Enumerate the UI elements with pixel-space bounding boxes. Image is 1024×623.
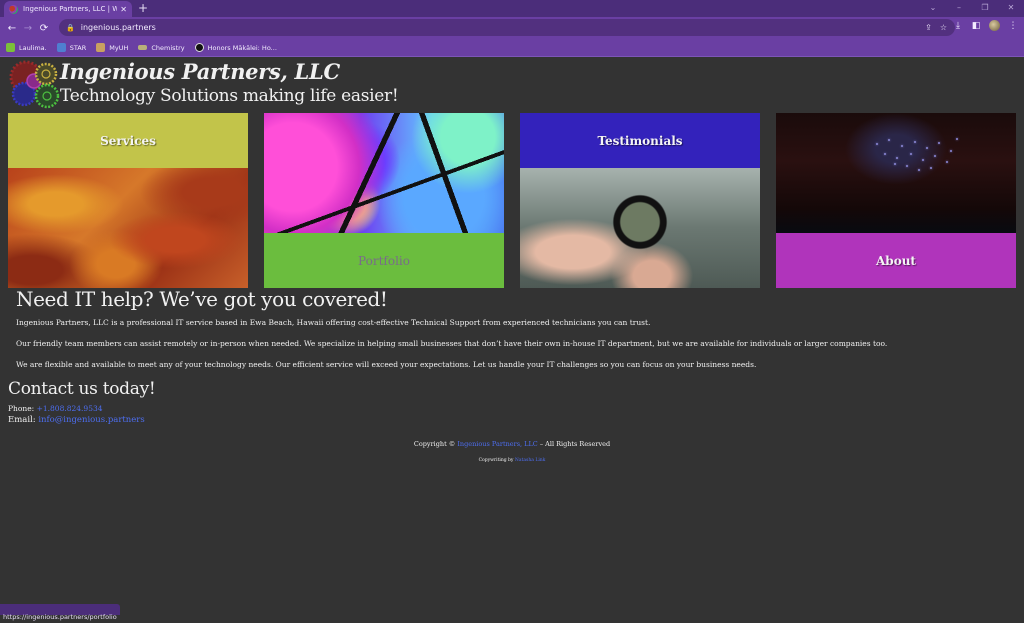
close-window-button[interactable]: ✕ <box>998 0 1024 17</box>
copyright-prefix: Copyright © <box>413 440 456 448</box>
tile-testimonials[interactable]: Testimonials <box>520 113 760 288</box>
portfolio-band: Portfolio <box>264 233 504 288</box>
browser-toolbar: ← → ⟳ 🔒 ingenious.partners ⇪ ☆ ⤓ ◧ ⋮ <box>0 17 1024 39</box>
lens-in-hand-image <box>520 168 760 288</box>
bookmark-label: Honors Mākālei: Ho... <box>207 43 277 52</box>
minimize-button[interactable]: – <box>946 0 972 17</box>
side-panel-icon[interactable]: ◧ <box>971 21 981 31</box>
reload-button[interactable]: ⟳ <box>36 23 52 34</box>
email-row: Email: info@ingenious.partners <box>8 416 155 425</box>
bookmark-chemistry[interactable]: Chemistry <box>138 43 185 52</box>
phone-label: Phone: <box>8 404 35 413</box>
honors-icon <box>194 43 204 52</box>
bookmark-star[interactable]: STAR <box>56 43 87 52</box>
bookmark-label: Chemistry <box>151 43 185 52</box>
share-icon[interactable]: ⇪ <box>925 23 932 32</box>
tile-label-services: Services <box>100 133 156 148</box>
site-title[interactable]: Ingenious Partners, LLC <box>60 59 340 84</box>
tile-about[interactable]: About <box>776 113 1016 288</box>
phone-row: Phone: +1.808.824.9534 <box>8 404 155 413</box>
stars-decoration <box>866 133 966 183</box>
bookmark-myuh[interactable]: MyUH <box>96 43 128 52</box>
gears-logo-icon[interactable] <box>8 59 60 111</box>
new-tab-button[interactable]: + <box>138 1 148 16</box>
autumn-trees-image <box>8 168 248 288</box>
address-bar[interactable]: 🔒 ingenious.partners ⇪ ☆ <box>59 19 955 36</box>
contact-heading: Contact us today! <box>8 379 156 399</box>
browser-tab-active[interactable]: Ingenious Partners, LLC | Welcome ✕ <box>4 1 132 17</box>
intro-paragraph-1: Ingenious Partners, LLC is a professiona… <box>16 318 651 327</box>
forward-button[interactable]: → <box>20 23 36 34</box>
intro-heading: Need IT help? We’ve got you covered! <box>16 287 388 311</box>
about-band: About <box>776 233 1016 288</box>
tab-title: Ingenious Partners, LLC | Welcome <box>23 5 118 13</box>
bookmark-label: Laulima. <box>19 43 47 52</box>
menu-icon[interactable]: ⋮ <box>1008 21 1018 31</box>
intro-paragraph-2: Our friendly team members can assist rem… <box>16 339 888 348</box>
intro-paragraph-3: We are flexible and available to meet an… <box>16 360 757 369</box>
testimonials-band: Testimonials <box>520 113 760 168</box>
address-url[interactable]: ingenious.partners <box>81 23 156 32</box>
restore-button[interactable]: ❐ <box>972 0 998 17</box>
bookmark-star-icon[interactable]: ☆ <box>940 23 947 32</box>
profile-avatar[interactable] <box>989 20 1000 31</box>
bookmark-label: STAR <box>69 43 87 52</box>
tile-label-testimonials: Testimonials <box>597 133 683 148</box>
bookmarks-bar: Laulima. STAR MyUH Chemistry Honors Mākā… <box>0 39 1024 57</box>
copyright-link[interactable]: Ingenious Partners, LLC <box>457 440 537 448</box>
download-icon[interactable]: ⤓ <box>953 21 963 31</box>
credit-line: Copywriting by Natasha Link <box>0 458 1024 463</box>
web-page: Ingenious Partners, LLC Technology Solut… <box>0 58 1024 621</box>
email-label: Email: <box>8 415 36 425</box>
contact-section: Contact us today! Phone: +1.808.824.9534… <box>8 379 156 425</box>
copyright-suffix: – All Rights Reserved <box>539 440 611 448</box>
lock-icon[interactable]: 🔒 <box>66 24 75 32</box>
tile-label-portfolio: Portfolio <box>358 253 410 268</box>
credit-link[interactable]: Natasha Link <box>515 458 546 463</box>
status-url: https://ingenious.partners/portfolio <box>3 613 117 621</box>
link-status-bubble: https://ingenious.partners/portfolio <box>0 604 120 621</box>
navigation-tiles: Services Portfolio Testimonials About <box>8 113 1016 288</box>
tab-search-icon[interactable]: ⌄ <box>920 0 946 17</box>
back-button[interactable]: ← <box>4 23 20 34</box>
tile-portfolio[interactable]: Portfolio <box>264 113 504 288</box>
window-controls: ⌄ – ❐ ✕ <box>920 0 1024 17</box>
laulima-icon <box>6 43 15 52</box>
phone-link[interactable]: +1.808.824.9534 <box>37 404 103 413</box>
site-header: Ingenious Partners, LLC Technology Solut… <box>8 59 428 111</box>
tile-label-about: About <box>876 253 916 268</box>
copyright-line: Copyright © Ingenious Partners, LLC – Al… <box>0 440 1024 448</box>
site-footer: Copyright © Ingenious Partners, LLC – Al… <box>0 440 1024 463</box>
services-band: Services <box>8 113 248 168</box>
stained-glass-image <box>264 113 504 233</box>
email-link[interactable]: info@ingenious.partners <box>38 415 144 425</box>
tab-close-icon[interactable]: ✕ <box>120 5 127 14</box>
bookmark-laulima[interactable]: Laulima. <box>6 43 47 52</box>
night-sky-image <box>776 113 1016 233</box>
uh-icon <box>96 43 106 52</box>
intro-section: Need IT help? We’ve got you covered! Ing… <box>16 288 1016 371</box>
site-tagline: Technology Solutions making life easier! <box>60 86 399 106</box>
folder-icon <box>138 45 148 50</box>
bookmark-honors[interactable]: Honors Mākālei: Ho... <box>194 43 277 52</box>
credit-prefix: Copywriting by <box>478 458 514 463</box>
site-favicon-icon <box>9 4 18 14</box>
tab-strip: Ingenious Partners, LLC | Welcome ✕ + ⌄ … <box>0 0 1024 17</box>
bookmark-label: MyUH <box>109 43 129 52</box>
star-icon <box>56 43 66 52</box>
tile-services[interactable]: Services <box>8 113 248 288</box>
